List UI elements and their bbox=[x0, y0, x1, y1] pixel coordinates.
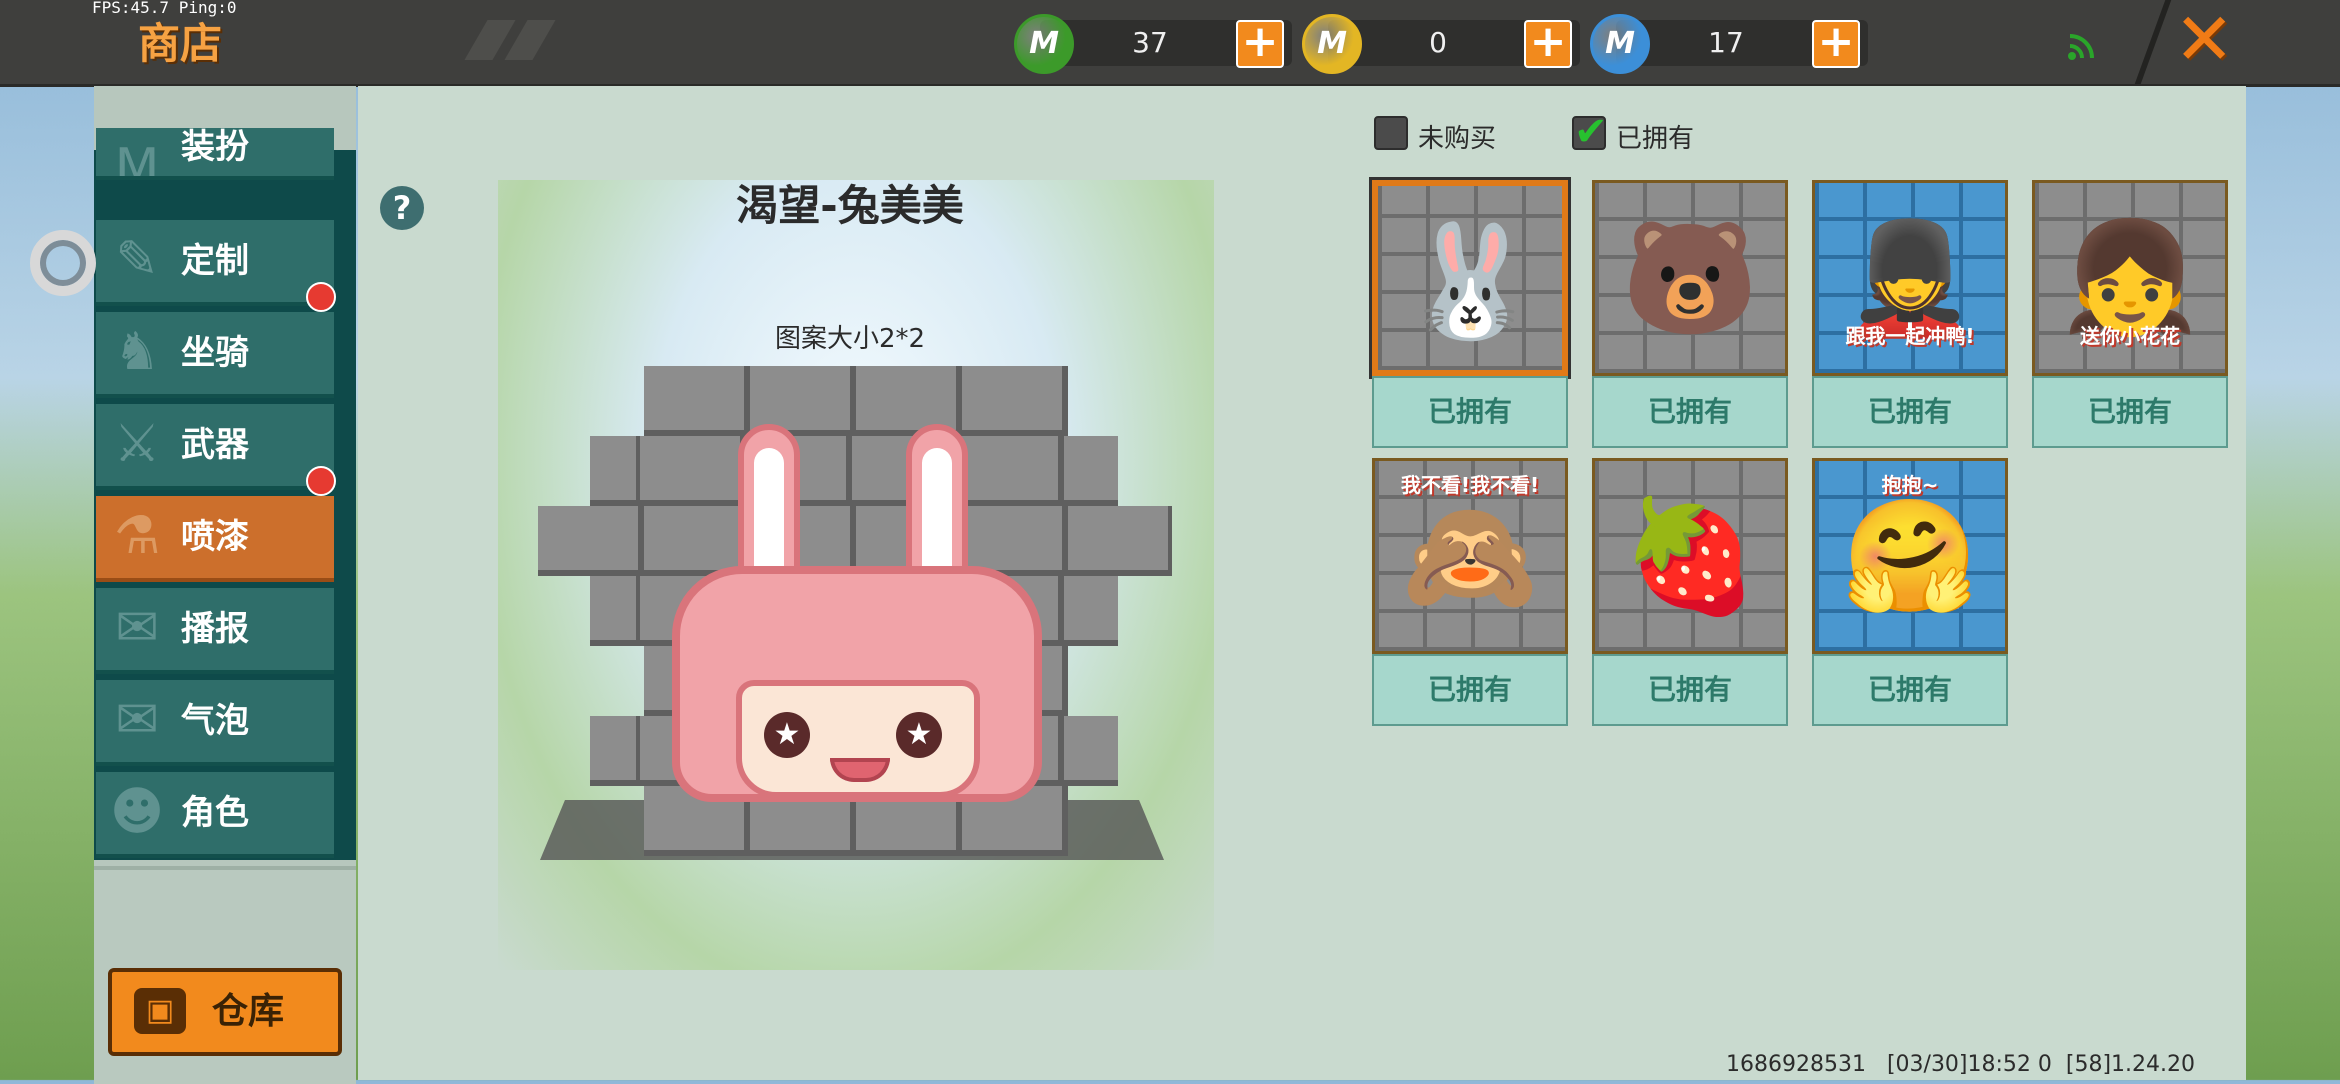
purple-girl-spray-caption: 我不看!我不看! bbox=[1400, 473, 1540, 497]
strawberry-girl-spray-card[interactable]: 🍓 bbox=[1592, 458, 1788, 654]
sidebar-item-label: 装扮 bbox=[181, 128, 249, 167]
sidebar-item-character[interactable]: ☻ 角色 bbox=[96, 772, 334, 858]
sidebar-item-broadcast[interactable]: ✉ 播报 bbox=[96, 588, 334, 674]
wall-brick-row bbox=[590, 436, 1118, 506]
sidebar-item-label: 喷漆 bbox=[181, 517, 249, 557]
page-title: 商店 bbox=[138, 19, 223, 68]
purple-girl-spray-card[interactable]: 🙈 我不看!我不看! bbox=[1372, 458, 1568, 654]
close-button[interactable]: ✕ bbox=[2174, 3, 2234, 75]
owned-button[interactable]: 已拥有 bbox=[1592, 376, 1788, 448]
bunny-spray-card[interactable]: 🐰 bbox=[1369, 177, 1571, 379]
add-green-currency-button[interactable]: + bbox=[1236, 20, 1284, 68]
soldier-spray-caption: 跟我一起冲鸭! bbox=[1845, 324, 1975, 348]
sidebar-item-costume[interactable]: M 装扮 bbox=[96, 128, 334, 180]
sidebar-item-spray-can[interactable]: ⚗ 喷漆 bbox=[96, 496, 334, 582]
sidebar-item-label: 气泡 bbox=[181, 701, 249, 741]
warehouse-label: 仓库 bbox=[212, 991, 285, 1032]
owned-button[interactable]: 已拥有 bbox=[1372, 654, 1568, 726]
chest-icon: ▣ bbox=[134, 988, 186, 1034]
floating-assist-ring-icon[interactable] bbox=[30, 230, 96, 296]
strawberry-girl-spray-image: 🍓 bbox=[1621, 492, 1759, 620]
owned-button[interactable]: 已拥有 bbox=[1592, 654, 1788, 726]
flower-girl-spray-card[interactable]: 👧 送你小花花 bbox=[2032, 180, 2228, 376]
blue-mini-coin-icon: M bbox=[1590, 14, 1650, 74]
soldier-spray-card[interactable]: 💂 跟我一起冲鸭! bbox=[1812, 180, 2008, 376]
bunny-left-eye: ★ bbox=[764, 712, 810, 758]
currency-value-green: 37 bbox=[1132, 26, 1168, 59]
sidebar-item-label: 定制 bbox=[181, 241, 249, 281]
green-mini-coin-icon: M bbox=[1014, 14, 1074, 74]
owned-button[interactable]: 已拥有 bbox=[1812, 376, 2008, 448]
bunny-right-ear bbox=[906, 424, 968, 584]
notification-badge bbox=[306, 282, 336, 312]
add-blue-currency-button[interactable]: + bbox=[1812, 20, 1860, 68]
item-title: 渴望-兔美美 bbox=[736, 181, 964, 230]
bear-spray-card[interactable]: 🐻 bbox=[1592, 180, 1788, 376]
wall-brick-row bbox=[644, 366, 1068, 436]
gold-mini-coin-icon: M bbox=[1302, 14, 1362, 74]
network-signal-icon bbox=[2068, 34, 2094, 60]
flower-girl-spray-caption: 送你小花花 bbox=[2080, 324, 2180, 348]
hug-spray-card[interactable]: 🤗 抱抱~ bbox=[1812, 458, 2008, 654]
not-purchased-label: 未购买 bbox=[1418, 124, 1497, 154]
hug-spray-caption: 抱抱~ bbox=[1881, 473, 1939, 497]
pattern-size-label: 图案大小2*2 bbox=[774, 324, 926, 354]
bunny-spray-image: 🐰 bbox=[1401, 217, 1539, 345]
sidebar-item-label: 武器 bbox=[181, 425, 249, 465]
owned-checkbox[interactable]: ✔ bbox=[1572, 112, 1608, 152]
sidebar-item-mount[interactable]: ♞ 坐骑 bbox=[96, 312, 334, 398]
sidebar-item-label: 角色 bbox=[181, 793, 249, 833]
sidebar-item-customize[interactable]: ✎ 定制 bbox=[96, 220, 334, 306]
bunny-left-ear bbox=[738, 424, 800, 584]
owned-button[interactable]: 已拥有 bbox=[2032, 376, 2228, 448]
owned-label: 已拥有 bbox=[1616, 124, 1695, 154]
warehouse-button[interactable]: ▣ 仓库 bbox=[108, 968, 342, 1056]
not-purchased-checkbox[interactable] bbox=[1374, 116, 1408, 150]
bear-spray-image: 🐻 bbox=[1621, 214, 1759, 342]
currency-value-gold: 0 bbox=[1429, 26, 1447, 59]
currency-value-blue: 17 bbox=[1708, 26, 1744, 59]
owned-button[interactable]: 已拥有 bbox=[1812, 654, 2008, 726]
bunny-right-eye: ★ bbox=[896, 712, 942, 758]
owned-button[interactable]: 已拥有 bbox=[1372, 376, 1568, 448]
help-button[interactable]: ? bbox=[380, 186, 424, 230]
add-gold-currency-button[interactable]: + bbox=[1524, 20, 1572, 68]
sidebar-item-label: 播报 bbox=[181, 609, 249, 649]
build-info: 1686928531 [03/30]18:52 0 [58]1.24.20 bbox=[1726, 1052, 2196, 1077]
sidebar-item-weapon[interactable]: ⚔ 武器 bbox=[96, 404, 334, 490]
notification-badge bbox=[306, 466, 336, 496]
sidebar-item-bubble[interactable]: ✉ 气泡 bbox=[96, 680, 334, 766]
sidebar-item-label: 坐骑 bbox=[181, 333, 249, 373]
